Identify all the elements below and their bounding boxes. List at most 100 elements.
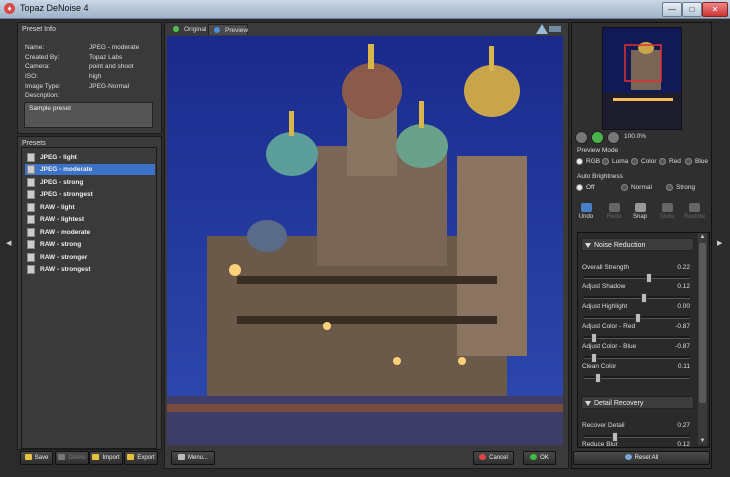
adjustments-scrollbar[interactable]: ▲ ▼	[698, 233, 707, 445]
preview-image[interactable]	[167, 36, 563, 445]
navigator-thumbnail[interactable]	[602, 27, 682, 130]
noise-reduction-header[interactable]: Noise Reduction	[581, 238, 694, 251]
auto-brightness-label: Auto Brightness	[577, 173, 623, 180]
preset-item[interactable]: RAW - lightest	[25, 214, 155, 225]
preset-item[interactable]: RAW - strong	[25, 239, 155, 250]
slider-track[interactable]	[584, 296, 690, 299]
tab-original[interactable]: Original	[168, 24, 206, 35]
slider-track[interactable]	[584, 276, 690, 279]
preset-item[interactable]: RAW - moderate	[25, 227, 155, 238]
info-image-type-value: JPEG-Normal	[89, 83, 130, 90]
slider-track[interactable]	[584, 336, 690, 339]
overall-strength-slider[interactable]	[646, 273, 653, 283]
auto-brightness-off[interactable]: Off	[576, 184, 595, 191]
cancel-icon	[479, 454, 487, 461]
slider-label: Adjust Color - Red	[582, 323, 636, 330]
slider-label: Reduce Blur	[582, 441, 618, 446]
save-preset-button[interactable]: Save	[20, 451, 53, 465]
preset-item-selected[interactable]: JPEG - moderate	[25, 164, 155, 175]
redo-icon	[608, 203, 620, 212]
slider-label: Adjust Color - Blue	[582, 343, 637, 350]
info-camera-label: Camera:	[25, 63, 50, 70]
menu-button[interactable]: Menu...	[171, 451, 215, 465]
preview-mode-color[interactable]: Color	[631, 158, 657, 165]
preview-mode-rgb[interactable]: RGB	[576, 158, 600, 165]
info-name-label: Name:	[25, 44, 45, 51]
reset-icon	[624, 454, 632, 461]
save-icon	[24, 454, 32, 461]
preset-item[interactable]: JPEG - light	[25, 152, 155, 163]
scroll-up-icon[interactable]: ▲	[699, 234, 706, 240]
reset-all-button[interactable]: Reset All	[573, 451, 710, 465]
redo-button[interactable]: Redo	[604, 203, 624, 220]
check-icon	[530, 454, 538, 461]
auto-brightness-strong[interactable]: Strong	[666, 184, 695, 191]
slider-value: -0.87	[675, 343, 690, 350]
detail-recovery-header[interactable]: Detail Recovery	[581, 396, 694, 409]
title-bar: ♦ Topaz DeNoise 4 — □ ✕	[0, 0, 730, 19]
info-iso-value: high	[89, 73, 102, 80]
close-button[interactable]: ✕	[702, 2, 728, 17]
scrollbar-thumb[interactable]	[699, 243, 706, 403]
slider-value: 0.00	[677, 303, 690, 310]
tab-preview[interactable]: Preview	[208, 24, 248, 35]
slider-label: Recover Detail	[582, 422, 625, 429]
preset-item[interactable]: RAW - strongest	[25, 264, 155, 275]
preview-mode-red[interactable]: Red	[659, 158, 681, 165]
preview-mode-blue[interactable]: Blue	[685, 158, 708, 165]
import-preset-button[interactable]: Import	[89, 451, 123, 465]
import-icon	[92, 454, 100, 461]
zoom-out-icon[interactable]	[575, 131, 588, 144]
preset-item[interactable]: JPEG - strong	[25, 177, 155, 188]
info-image-type-label: Image Type:	[25, 83, 61, 90]
preview-mode-luma[interactable]: Luma	[602, 158, 628, 165]
preset-file-icon	[27, 202, 35, 212]
collapse-left-arrow-icon[interactable]: ◀	[6, 239, 11, 247]
window-title: Topaz DeNoise 4	[20, 3, 89, 13]
preset-item[interactable]: JPEG - strongest	[25, 189, 155, 200]
adjust-color-blue-slider[interactable]	[591, 353, 598, 363]
export-preset-button[interactable]: Export	[124, 451, 158, 465]
info-description-label: Description:	[25, 92, 60, 99]
preset-file-icon	[27, 252, 35, 262]
slider-label: Clean Color	[582, 363, 617, 370]
maximize-button[interactable]: □	[682, 2, 702, 17]
zoom-fit-icon[interactable]	[591, 131, 604, 144]
preview-dot-icon	[214, 27, 220, 33]
info-name-value: JPEG - moderate	[89, 44, 140, 51]
delete-icon	[58, 454, 66, 461]
preset-file-icon	[27, 214, 35, 224]
slider-value: 0.22	[677, 264, 690, 271]
preset-file-icon	[27, 239, 35, 249]
scroll-down-icon[interactable]: ▼	[699, 438, 706, 444]
description-box: Sample preset	[24, 102, 153, 128]
collapse-triangle-icon	[585, 401, 591, 406]
topaz-logo-icon	[534, 22, 562, 36]
wrench-icon	[177, 454, 185, 461]
adjust-shadow-slider[interactable]	[641, 293, 648, 303]
ok-button[interactable]: OK	[523, 451, 556, 465]
slider-track[interactable]	[584, 435, 690, 438]
slider-value: -0.87	[675, 323, 690, 330]
undo-button[interactable]: Undo	[576, 203, 596, 220]
clean-color-slider[interactable]	[595, 373, 602, 383]
export-icon	[127, 454, 135, 461]
collapse-right-arrow-icon[interactable]: ▶	[717, 239, 722, 247]
snap-button[interactable]: Snap	[630, 203, 650, 220]
zoom-in-icon[interactable]	[607, 131, 620, 144]
collapse-triangle-icon	[585, 243, 591, 248]
preset-item[interactable]: RAW - light	[25, 202, 155, 213]
preset-item[interactable]: RAW - stronger	[25, 252, 155, 263]
slider-track[interactable]	[584, 356, 690, 359]
restore-button[interactable]: Restore	[684, 203, 705, 220]
store-button[interactable]: Store	[657, 203, 677, 220]
adjust-color-red-slider[interactable]	[591, 333, 598, 343]
minimize-button[interactable]: —	[662, 2, 682, 17]
auto-brightness-normal[interactable]: Normal	[621, 184, 652, 191]
adjust-highlight-slider[interactable]	[635, 313, 641, 323]
camera-icon	[634, 203, 646, 212]
preset-file-icon	[27, 227, 35, 237]
presets-list: JPEG - light JPEG - moderate JPEG - stro…	[21, 147, 157, 449]
delete-preset-button[interactable]: Delete	[55, 451, 89, 465]
cancel-button[interactable]: Cancel	[473, 451, 514, 465]
